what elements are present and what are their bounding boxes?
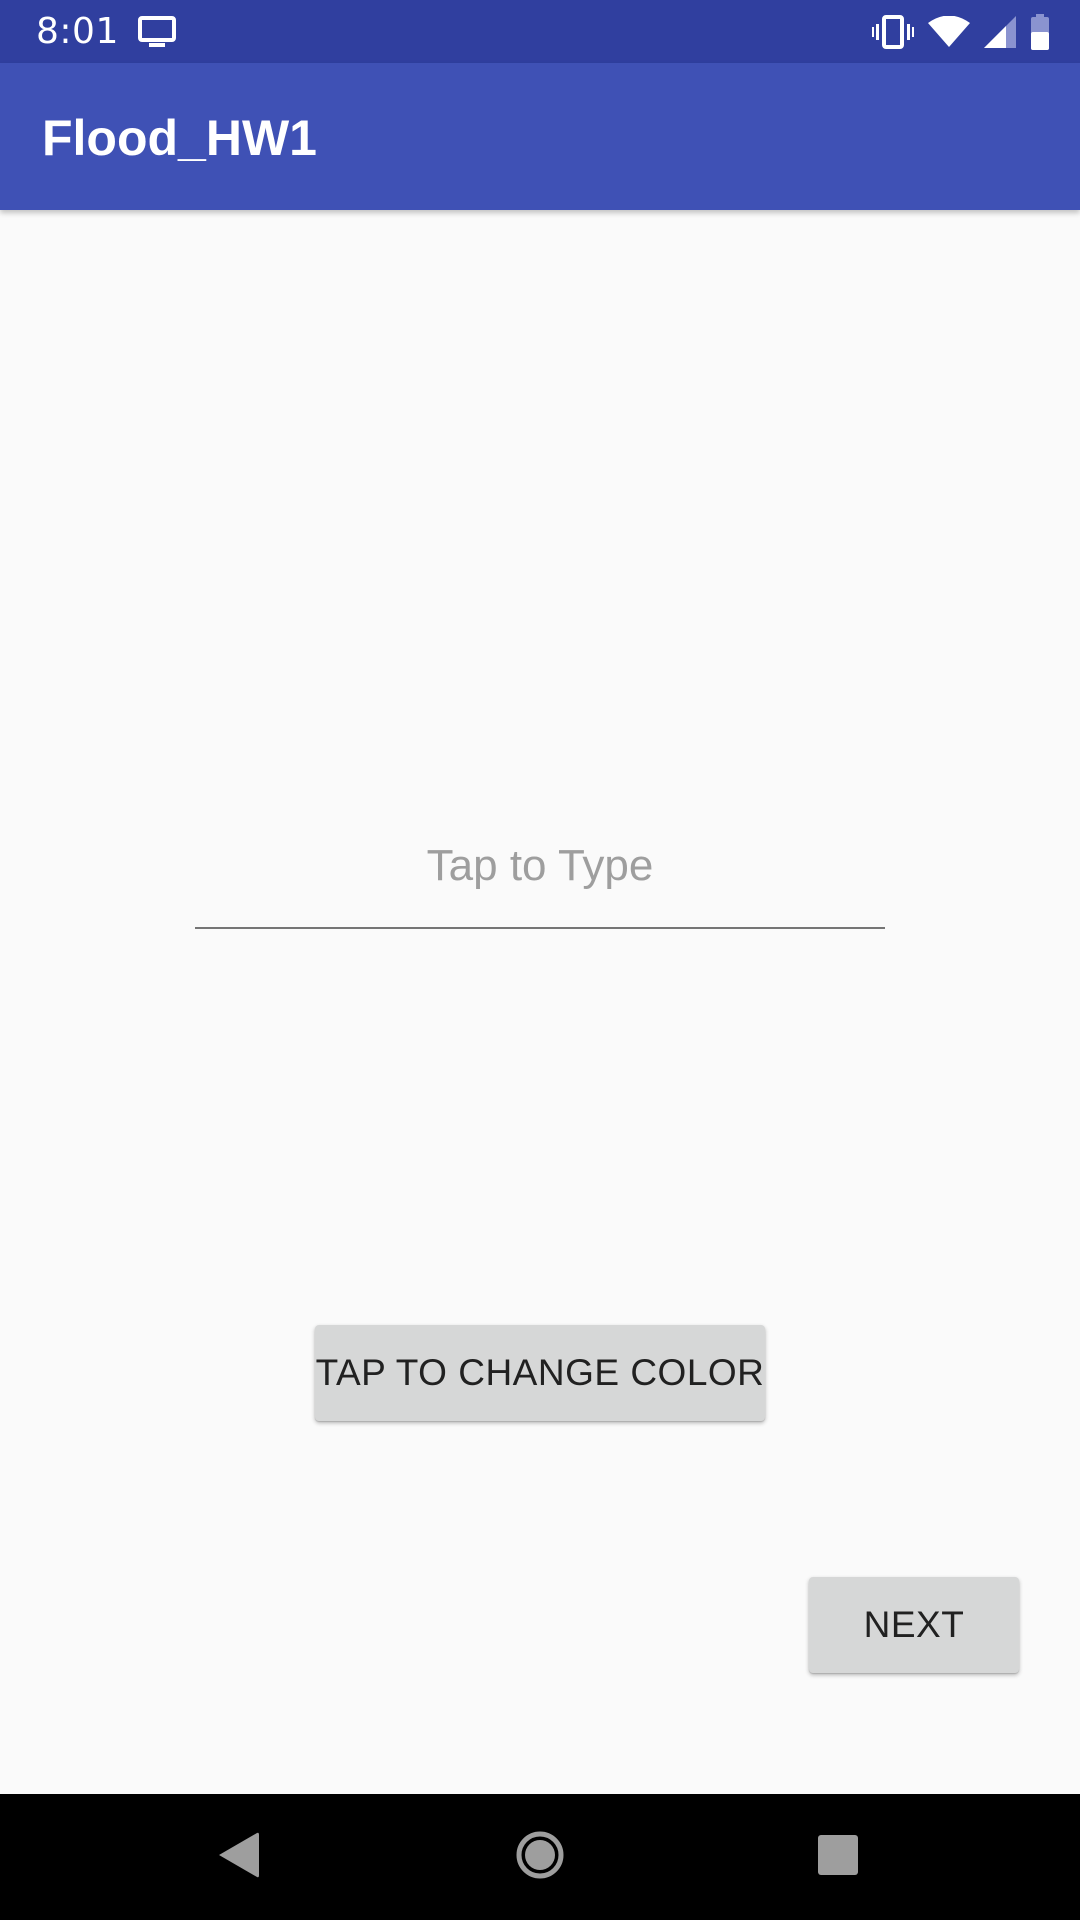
tap-to-type-input[interactable] [195,805,885,929]
text-field [195,805,885,931]
signal-icon [984,16,1016,48]
app-screen: 8:01 Flood_HW1 Tap to Type TAP TO CHANGE… [0,0,1080,1920]
recents-icon [817,1834,859,1880]
back-icon [217,1831,261,1883]
recents-button[interactable] [805,1824,871,1890]
app-title: Flood_HW1 [42,110,317,166]
next-button[interactable]: NEXT [809,1577,1019,1673]
back-button[interactable] [206,1824,272,1890]
home-button[interactable] [507,1824,573,1890]
navigation-bar [0,1794,1080,1920]
status-time: 8:01 [36,11,119,52]
vibrate-icon [872,15,914,49]
wifi-icon [928,16,970,48]
status-icons [872,12,1050,52]
home-icon [515,1830,565,1884]
status-bar: 8:01 [0,0,1080,63]
cast-icon [138,16,178,48]
app-bar: Flood_HW1 [0,63,1080,210]
battery-icon [1030,14,1050,50]
change-color-button[interactable]: TAP TO CHANGE COLOR [315,1325,765,1421]
